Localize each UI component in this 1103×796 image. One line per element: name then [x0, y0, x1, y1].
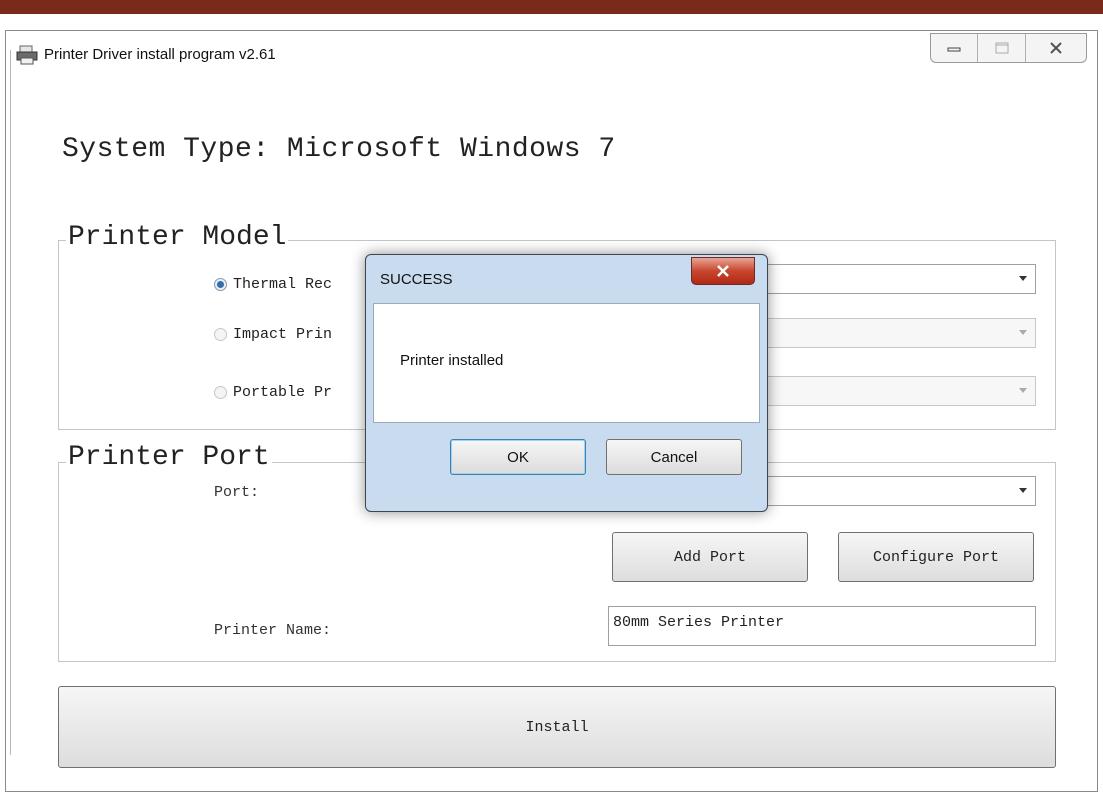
document-top-band — [0, 0, 1103, 14]
dialog-title: SUCCESS — [380, 271, 453, 288]
printer-name-input[interactable]: 80mm Series Printer — [608, 606, 1036, 646]
dialog-close-button[interactable] — [691, 257, 755, 285]
radio-thermal[interactable]: Thermal Rec — [214, 276, 332, 293]
dropdown-arrow-icon — [1019, 388, 1027, 393]
printer-model-title: Printer Model — [66, 222, 289, 253]
dropdown-arrow-icon — [1019, 488, 1027, 493]
success-dialog: SUCCESS Printer installed OK Cancel — [365, 254, 768, 512]
radio-selected-icon — [214, 278, 227, 291]
radio-unselected-icon — [214, 386, 227, 399]
close-icon — [717, 265, 729, 277]
printer-name-label: Printer Name: — [214, 622, 332, 639]
radio-unselected-icon — [214, 328, 227, 341]
dialog-message: Printer installed — [400, 352, 504, 369]
add-port-button[interactable]: Add Port — [612, 532, 808, 582]
radio-thermal-label: Thermal Rec — [233, 276, 333, 293]
system-type-label: System Type: Microsoft Windows 7 — [62, 134, 616, 165]
radio-portable-label: Portable Pr — [233, 384, 333, 401]
radio-impact-label: Impact Prin — [233, 326, 333, 343]
configure-port-button[interactable]: Configure Port — [838, 532, 1034, 582]
port-label: Port: — [214, 484, 260, 501]
ok-button[interactable]: OK — [450, 439, 586, 475]
dropdown-arrow-icon — [1019, 276, 1027, 281]
dropdown-arrow-icon — [1019, 330, 1027, 335]
dialog-body: Printer installed — [373, 303, 760, 423]
document-top-line — [0, 14, 1103, 18]
radio-portable[interactable]: Portable Pr — [214, 384, 332, 401]
cancel-button[interactable]: Cancel — [606, 439, 742, 475]
printer-port-title: Printer Port — [66, 442, 272, 473]
install-button[interactable]: Install — [58, 686, 1056, 768]
radio-impact[interactable]: Impact Prin — [214, 326, 332, 343]
